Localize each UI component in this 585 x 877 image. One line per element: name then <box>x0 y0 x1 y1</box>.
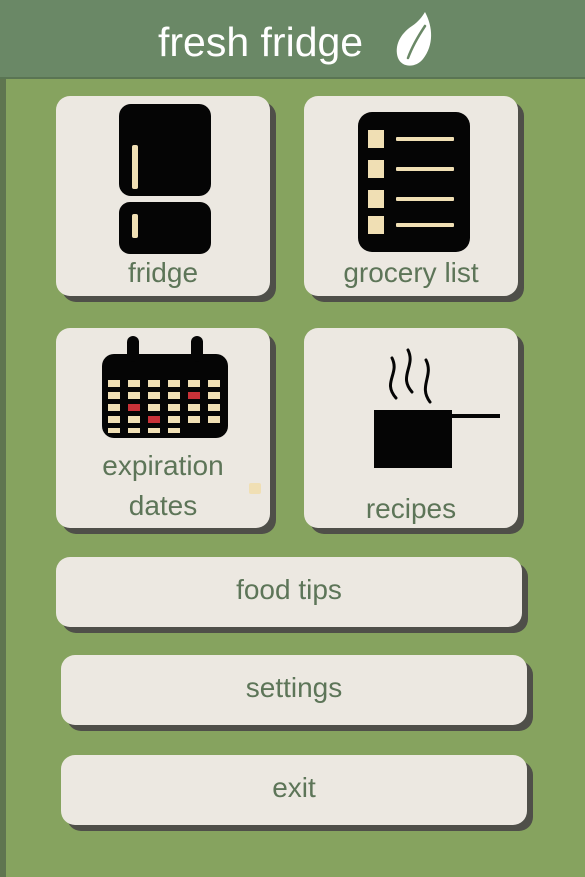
exit-label: exit <box>272 772 316 803</box>
grocery-list-label: grocery list <box>343 257 479 288</box>
app-title: fresh fridge <box>158 19 364 65</box>
expiration-dates-tile[interactable]: expiration dates <box>56 328 270 528</box>
leaf-icon <box>396 12 432 66</box>
cooking-pot-icon <box>374 348 500 468</box>
app-screen: fresh fridge fridge grocery list expirat… <box>0 0 585 877</box>
app-header: fresh fridge <box>0 0 585 79</box>
small-marker <box>249 483 261 494</box>
recipes-tile[interactable]: recipes <box>304 328 518 528</box>
grocery-list-tile[interactable]: grocery list <box>304 96 518 296</box>
food-tips-label: food tips <box>236 574 342 605</box>
expiration-dates-label: expiration dates <box>102 450 224 521</box>
exit-button[interactable]: exit <box>61 755 527 825</box>
settings-label: settings <box>245 672 343 703</box>
food-tips-button[interactable]: food tips <box>56 557 522 627</box>
calendar-icon <box>102 336 228 438</box>
fridge-label: fridge <box>127 257 199 288</box>
recipes-label: recipes <box>365 493 457 524</box>
fridge-tile[interactable]: fridge <box>56 96 270 296</box>
grocery-list-icon <box>358 112 470 252</box>
fridge-icon <box>119 104 211 254</box>
settings-button[interactable]: settings <box>61 655 527 725</box>
